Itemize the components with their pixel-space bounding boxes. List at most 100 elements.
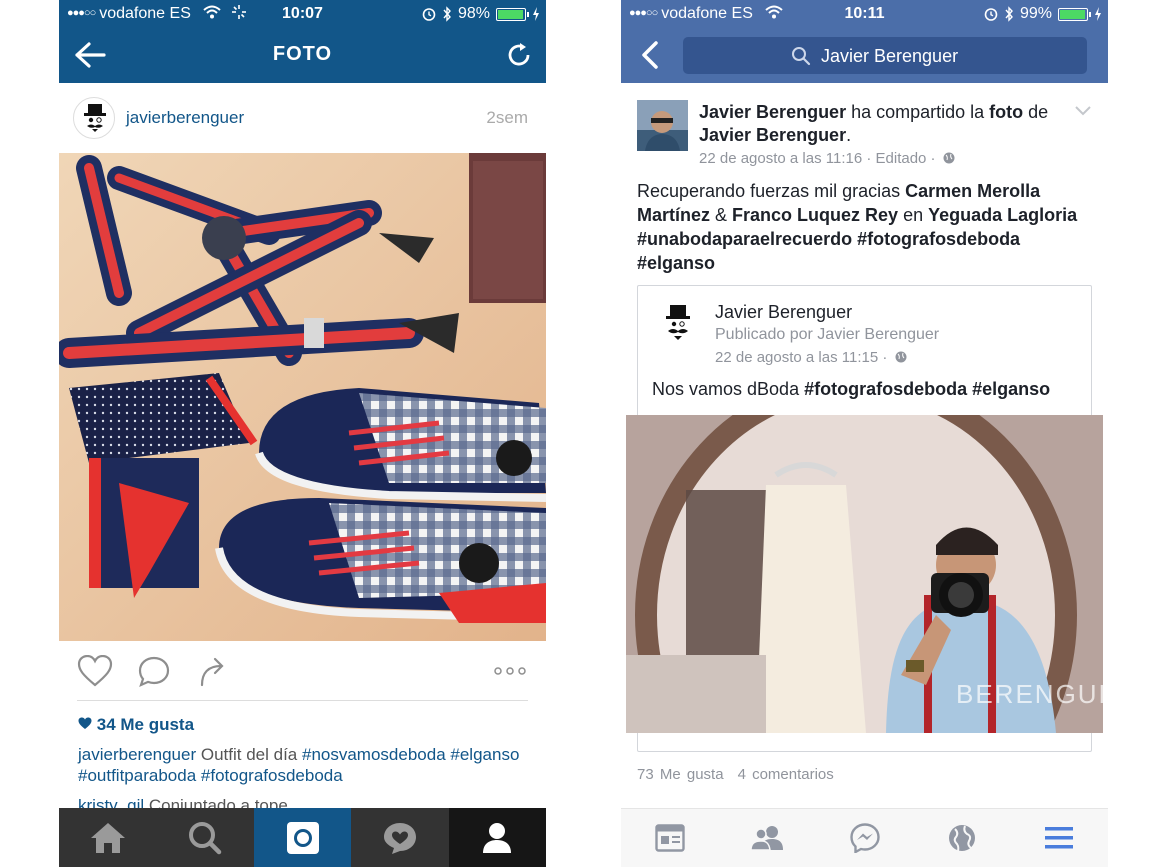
chevron-down-icon[interactable] <box>1074 105 1092 117</box>
message-intro: Recuperando fuerzas mil gracias <box>637 181 906 201</box>
of-text: de <box>1023 102 1049 122</box>
tab-activity[interactable] <box>351 808 449 867</box>
comments-count[interactable]: 4 comentarios <box>738 766 834 783</box>
battery-icon <box>1058 7 1091 21</box>
hashtag-links[interactable]: #unabodaparaelrecuerdo #fotografosdeboda… <box>637 229 1020 273</box>
post-username[interactable]: javierberenguer <box>126 108 244 128</box>
top-bar: ●●●○○ vodafone ES 10:11 99% Javier Bereng… <box>621 0 1108 83</box>
tag-link[interactable]: Franco Luquez Rey <box>732 205 898 225</box>
photographer-mirror-photo: BERENGUER <box>626 415 1103 733</box>
likes-count[interactable]: 73 Me gusta <box>637 766 724 783</box>
top-bar: ●●●○○ vodafone ES 10:07 98% FOTO <box>59 0 546 83</box>
back-chevron-icon[interactable] <box>639 40 661 70</box>
post-meta: 22 de agosto a las 11:16 · Editado · <box>699 150 955 167</box>
instagram-screen: ●●●○○ vodafone ES 10:07 98% FOTO javierbe… <box>59 0 546 867</box>
search-text: Javier Berenguer <box>821 46 959 66</box>
search-icon <box>189 821 222 854</box>
hat-moustache-logo <box>84 104 106 132</box>
heart-icon[interactable] <box>77 655 113 687</box>
caption-text: Outfit del día <box>196 745 302 764</box>
hat-moustache-logo[interactable] <box>663 303 693 349</box>
shared-author[interactable]: Javier Berenguer <box>715 302 852 323</box>
tab-notifications[interactable] <box>913 809 1010 867</box>
author-name[interactable]: Javier Berenguer <box>699 102 846 122</box>
activity-icon <box>383 822 416 854</box>
profile-icon <box>483 822 512 853</box>
battery-percent: 98% <box>457 5 490 22</box>
tab-messenger[interactable] <box>816 809 913 867</box>
home-icon <box>90 822 125 853</box>
suspenders-shoes-photo <box>59 153 546 641</box>
post-timestamp[interactable]: 22 de agosto a las 11:16 · Editado · <box>699 150 936 167</box>
globe-icon <box>948 825 975 852</box>
post-message: Recuperando fuerzas mil gracias Carmen M… <box>637 179 1097 275</box>
news-feed-icon <box>655 824 685 852</box>
more-options-icon[interactable] <box>493 666 527 676</box>
shared-timestamp-text[interactable]: 22 de agosto a las 11:15 · <box>715 349 887 366</box>
caption-username[interactable]: javierberenguer <box>78 745 196 764</box>
messenger-icon <box>849 823 880 853</box>
alarm-icon <box>422 8 436 21</box>
avatar[interactable] <box>73 97 115 139</box>
owner-end: . <box>846 125 852 145</box>
tab-search[interactable] <box>156 808 254 867</box>
tab-camera[interactable] <box>253 808 352 867</box>
bluetooth-icon <box>443 6 451 22</box>
avatar[interactable] <box>637 100 688 151</box>
hashtag-link[interactable]: #elganso <box>450 745 519 764</box>
refresh-icon[interactable] <box>506 42 532 68</box>
menu-icon <box>1045 827 1074 849</box>
tab-menu[interactable] <box>1011 809 1108 867</box>
status-bar: ●●●○○ vodafone ES 10:07 98% <box>59 0 546 28</box>
shared-message: Nos vamos dBoda #fotografosdeboda #elgan… <box>652 379 1050 400</box>
charging-icon <box>533 7 539 21</box>
battery-percent: 99% <box>1019 5 1052 22</box>
owner-name[interactable]: Javier Berenguer <box>699 125 846 145</box>
hashtag-link[interactable]: #nosvamosdeboda <box>302 745 446 764</box>
likes-label: 34 Me gusta <box>96 715 195 734</box>
friends-icon <box>750 826 784 851</box>
likes-count[interactable]: 34 Me gusta <box>78 715 194 735</box>
post-header: javierberenguer 2sem <box>59 83 546 153</box>
bluetooth-icon <box>1005 6 1013 22</box>
published-by: Publicado por Javier Berenguer <box>715 326 940 343</box>
post-age: 2sem <box>486 108 528 127</box>
tab-profile[interactable] <box>448 808 546 867</box>
tab-friends[interactable] <box>718 809 815 867</box>
shared-text: ha compartido la <box>846 102 990 122</box>
divider <box>77 700 528 701</box>
post-caption: javierberenguer Outfit del día #nosvamos… <box>78 744 528 786</box>
hashtag-link[interactable]: #outfitparaboda <box>78 766 196 785</box>
globe-icon <box>943 152 955 164</box>
camera-icon <box>286 821 319 854</box>
message-en: en <box>898 205 929 225</box>
message-amp: & <box>710 205 733 225</box>
tab-bar <box>59 808 546 867</box>
status-bar: ●●●○○ vodafone ES 10:11 99% <box>621 0 1108 28</box>
globe-icon <box>895 351 907 363</box>
page-title: FOTO <box>272 43 333 65</box>
hashtag-links[interactable]: #fotografosdeboda #elganso <box>804 379 1050 399</box>
shared-text: Nos vamos dBoda <box>652 379 805 399</box>
watermark: BERENGUER <box>956 679 1103 709</box>
alarm-icon <box>984 8 998 21</box>
profile-photo <box>637 100 688 151</box>
share-icon[interactable] <box>199 655 229 687</box>
tab-news-feed[interactable] <box>621 809 718 867</box>
charging-icon <box>1095 7 1101 21</box>
shared-photo[interactable]: BERENGUER <box>626 415 1103 733</box>
search-field[interactable]: Javier Berenguer <box>683 37 1087 74</box>
tab-bar <box>621 809 1108 867</box>
share-headline: Javier Berenguer ha compartido la foto d… <box>699 101 1079 147</box>
photo-link[interactable]: foto <box>989 102 1023 122</box>
search-icon <box>792 47 811 66</box>
place-link[interactable]: Yeguada Lagloria <box>928 205 1077 225</box>
battery-icon <box>496 7 529 21</box>
shared-timestamp: 22 de agosto a las 11:15 · <box>715 349 907 366</box>
post-photo[interactable] <box>59 153 546 641</box>
hashtag-link[interactable]: #fotografosdeboda <box>201 766 343 785</box>
tab-home[interactable] <box>59 808 157 867</box>
comment-icon[interactable] <box>137 655 171 689</box>
filled-heart-icon <box>78 717 92 729</box>
post-actions <box>59 641 546 701</box>
